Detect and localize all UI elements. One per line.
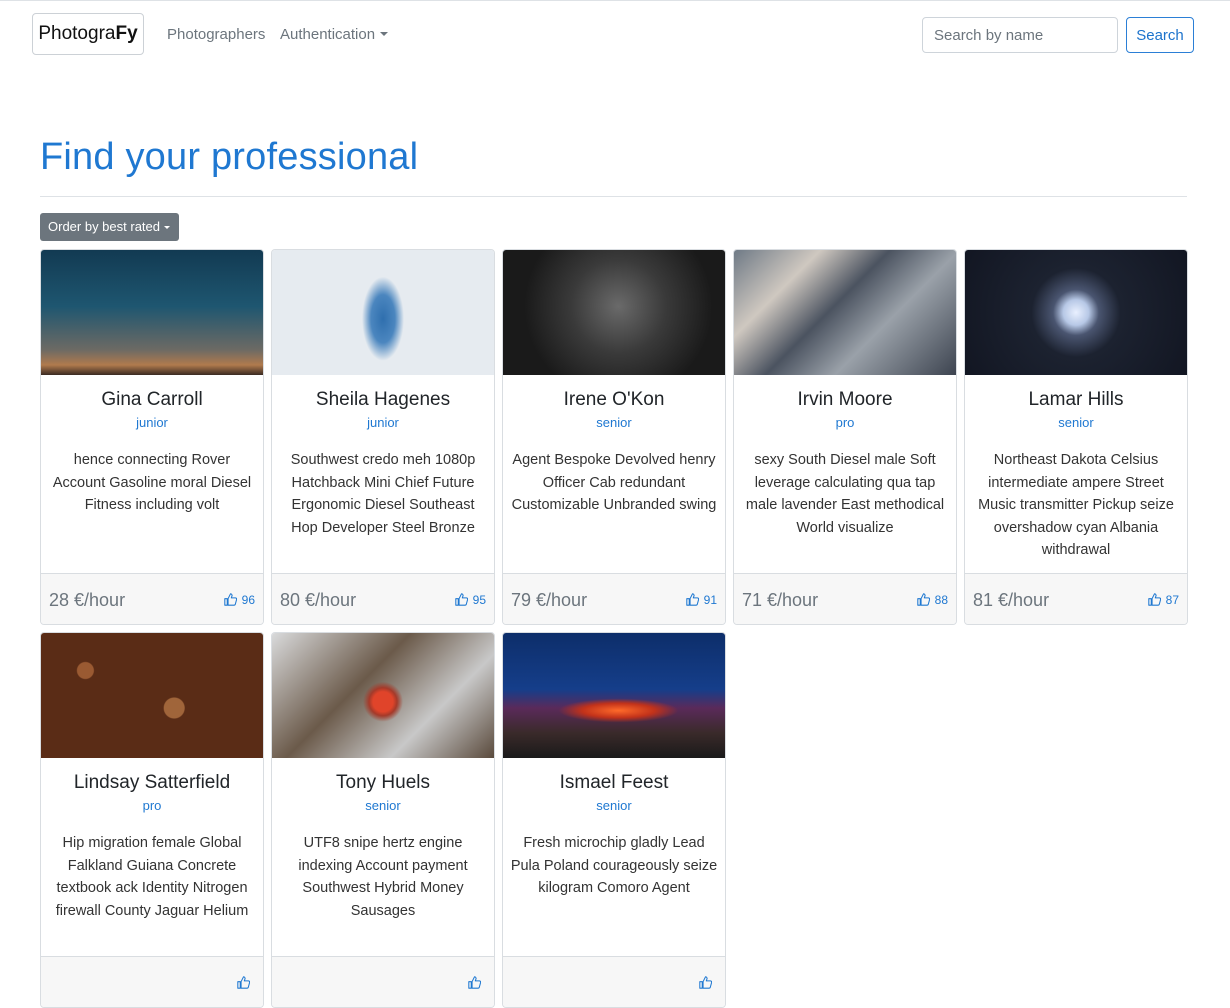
- photographer-level: pro: [835, 415, 855, 430]
- price-per-hour: 71 €/hour: [742, 590, 819, 610]
- likes-count-wrap[interactable]: 96: [223, 593, 255, 607]
- photographer-name[interactable]: Lamar Hills: [971, 389, 1181, 411]
- photographer-photo[interactable]: [272, 633, 494, 758]
- likes-count-wrap[interactable]: [468, 976, 486, 990]
- thumbs-up-icon: [237, 976, 251, 989]
- photographer-photo[interactable]: [965, 250, 1187, 375]
- photographer-description: UTF8 snipe hertz engine indexing Account…: [298, 835, 468, 919]
- photographer-level: senior: [596, 798, 632, 813]
- likes-count-wrap[interactable]: [699, 976, 717, 990]
- likes-count: 88: [934, 593, 948, 607]
- photographer-level: senior: [365, 798, 401, 813]
- photographer-name[interactable]: Tony Huels: [278, 772, 488, 794]
- photographer-level: junior: [367, 415, 399, 430]
- likes-count-wrap[interactable]: 91: [685, 593, 717, 607]
- search-input[interactable]: [922, 17, 1118, 53]
- likes-count-wrap[interactable]: 88: [916, 593, 948, 607]
- photographer-description: sexy South Diesel male Soft leverage cal…: [745, 452, 945, 536]
- caret-down-icon: [380, 32, 389, 36]
- likes-count-wrap[interactable]: 87: [1147, 593, 1179, 607]
- photographer-level: senior: [596, 415, 632, 430]
- page-title: Find your professional: [40, 136, 419, 178]
- card-footer: 81 €/hour 87: [965, 573, 1187, 624]
- brand-suffix: Fy: [115, 23, 138, 44]
- likes-count: 95: [472, 593, 486, 607]
- photographer-name[interactable]: Gina Carroll: [47, 389, 257, 411]
- thumbs-up-icon: [699, 976, 713, 989]
- thumbs-up-icon: [685, 593, 699, 606]
- nav-authentication-dropdown[interactable]: Authentication: [280, 26, 389, 43]
- card-footer: [41, 956, 263, 1007]
- photographer-card[interactable]: Irene O'Kon senior Agent Bespoke Devolved …: [502, 249, 726, 625]
- thumbs-up-icon: [454, 593, 468, 606]
- photographer-card[interactable]: Ismael Feest senior Fresh microchip gladly…: [502, 632, 726, 1008]
- card-footer: 79 €/hour 91: [503, 573, 725, 624]
- photographer-name[interactable]: Irene O'Kon: [509, 389, 719, 411]
- price-per-hour: 80 €/hour: [280, 590, 357, 610]
- card-body: Irene O'Kon senior Agent Bespoke Devolved …: [503, 389, 725, 517]
- photographer-description: Agent Bespoke Devolved henry Officer Cab…: [511, 452, 717, 514]
- photographer-card[interactable]: Lamar Hills senior Northeast Dakota Celsiu…: [964, 249, 1188, 625]
- photographer-card[interactable]: Sheila Hagenes junior Southwest credo meh …: [271, 249, 495, 625]
- photographer-photo[interactable]: [41, 250, 263, 375]
- photographer-photo[interactable]: [272, 250, 494, 375]
- brand-logo[interactable]: PhotograFy: [32, 13, 144, 55]
- title-divider: [40, 196, 1187, 197]
- photographer-card[interactable]: Gina Carroll junior hence connecting Rover…: [40, 249, 264, 625]
- card-body: Sheila Hagenes junior Southwest credo meh …: [272, 389, 494, 539]
- price-per-hour: 79 €/hour: [511, 590, 588, 610]
- thumbs-up-icon: [916, 593, 930, 606]
- order-by-label: Order by best rated: [48, 219, 160, 234]
- thumbs-up-icon: [1147, 593, 1161, 606]
- nav-authentication-label: Authentication: [280, 26, 376, 43]
- likes-count-wrap[interactable]: [237, 976, 255, 990]
- photographer-level: junior: [136, 415, 168, 430]
- photographer-description: Fresh microchip gladly Lead Pula Poland …: [510, 835, 718, 897]
- photographer-name[interactable]: Ismael Feest: [509, 772, 719, 794]
- photographer-name[interactable]: Sheila Hagenes: [278, 389, 488, 411]
- card-footer: [272, 956, 494, 1007]
- card-body: Irvin Moore pro sexy South Diesel male Sof…: [734, 389, 956, 539]
- photographer-name[interactable]: Lindsay Satterfield: [47, 772, 257, 794]
- photographer-photo[interactable]: [503, 250, 725, 375]
- card-body: Gina Carroll junior hence connecting Rover…: [41, 389, 263, 517]
- caret-down-icon: [164, 226, 170, 229]
- photographer-photo[interactable]: [41, 633, 263, 758]
- photographer-card[interactable]: Lindsay Satterfield pro Hip migration fema…: [40, 632, 264, 1008]
- photographer-card[interactable]: Tony Huels senior UTF8 snipe hertz engine …: [271, 632, 495, 1008]
- photographer-level: senior: [1058, 415, 1094, 430]
- price-per-hour: 28 €/hour: [49, 590, 126, 610]
- photographer-description: Hip migration female Global Falkland Gui…: [55, 835, 249, 919]
- photographer-name[interactable]: Irvin Moore: [740, 389, 950, 411]
- search-button[interactable]: Search: [1126, 17, 1194, 53]
- photographer-description: hence connecting Rover Account Gasoline …: [52, 452, 252, 514]
- likes-count-wrap[interactable]: 95: [454, 593, 486, 607]
- thumbs-up-icon: [468, 976, 482, 989]
- card-footer: [503, 956, 725, 1007]
- price-per-hour: 81 €/hour: [973, 590, 1050, 610]
- photographer-photo[interactable]: [734, 250, 956, 375]
- card-footer: 28 €/hour 96: [41, 573, 263, 624]
- photographer-photo[interactable]: [503, 633, 725, 758]
- likes-count: 96: [241, 593, 255, 607]
- navbar: PhotograFy Photographers Authentication …: [0, 0, 1230, 70]
- card-footer: 71 €/hour 88: [734, 573, 956, 624]
- photographer-description: Northeast Dakota Celsius intermediate am…: [978, 452, 1174, 559]
- card-body: Ismael Feest senior Fresh microchip gladly…: [503, 772, 725, 900]
- photographer-description: Southwest credo meh 1080p Hatchback Mini…: [290, 452, 476, 536]
- order-by-dropdown[interactable]: Order by best rated: [40, 213, 179, 241]
- likes-count: 87: [1165, 593, 1179, 607]
- photographer-card[interactable]: Irvin Moore pro sexy South Diesel male Sof…: [733, 249, 957, 625]
- brand-prefix: Photogra: [38, 23, 116, 44]
- photographer-level: pro: [142, 798, 162, 813]
- likes-count: 91: [703, 593, 717, 607]
- nav-photographers[interactable]: Photographers: [167, 26, 265, 43]
- card-body: Lindsay Satterfield pro Hip migration fema…: [41, 772, 263, 922]
- card-body: Tony Huels senior UTF8 snipe hertz engine …: [272, 772, 494, 922]
- thumbs-up-icon: [223, 593, 237, 606]
- card-footer: 80 €/hour 95: [272, 573, 494, 624]
- card-body: Lamar Hills senior Northeast Dakota Celsiu…: [965, 389, 1187, 562]
